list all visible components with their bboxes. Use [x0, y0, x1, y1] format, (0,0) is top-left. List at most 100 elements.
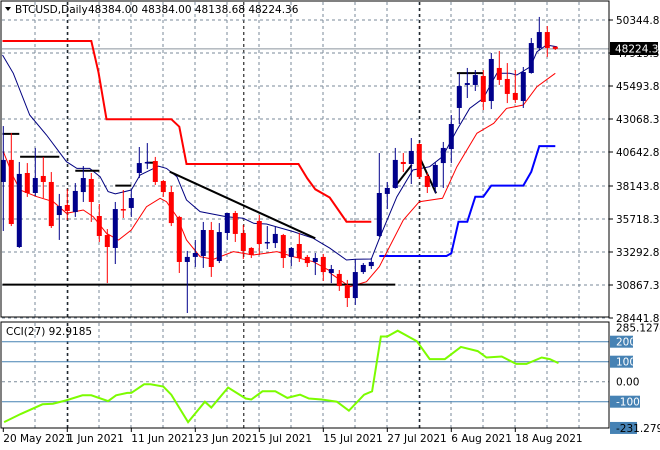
candle-body: [80, 178, 86, 193]
date-tick-label: 15 Jul 2021: [323, 433, 382, 445]
cci-label: CCI(27) 92.9185: [6, 326, 92, 338]
bearish-candle: [168, 186, 174, 227]
date-tick-label: 27 Jul 2021: [387, 433, 446, 445]
slow-moving-average-line: [2, 72, 556, 288]
cci-panel: 200 100 0.00 -100 -231.2793 285.1274: [2, 323, 660, 435]
bearish-candle: [176, 215, 182, 273]
bearish-candle: [552, 46, 558, 51]
cci-level-label: 0.00: [616, 377, 639, 389]
bullish-candle: [192, 239, 198, 268]
candle-body: [472, 75, 478, 85]
candle-body: [176, 216, 182, 262]
trading-chart[interactable]: 50344.8047919.3045493.8043068.3040642.80…: [0, 0, 660, 450]
date-tick-label: 1 Jun 2021: [67, 433, 123, 445]
candle-body: [152, 161, 158, 182]
candle-body: [168, 192, 174, 224]
date-tick-label: 5 Jul 2021: [259, 433, 312, 445]
bullish-candle: [352, 258, 358, 305]
candle-body: [32, 178, 38, 193]
cci-level-label: 100: [616, 357, 636, 369]
bullish-candle: [56, 193, 62, 240]
bearish-candle: [424, 172, 430, 193]
bearish-candle: [248, 247, 254, 259]
bearish-candle: [400, 152, 406, 173]
candle-body: [440, 147, 446, 164]
candle-body: [264, 241, 270, 244]
bearish-candle: [544, 26, 550, 57]
trendline: [169, 170, 316, 240]
candle-body: [96, 215, 102, 236]
bullish-candle: [264, 226, 270, 250]
date-tick-label: 6 Aug 2021: [451, 433, 512, 445]
bullish-candle: [368, 258, 374, 270]
bearish-candle: [496, 50, 502, 85]
candle-body: [336, 273, 342, 287]
candle-body: [424, 175, 430, 188]
bullish-candle: [528, 38, 534, 74]
bearish-candle: [40, 156, 46, 199]
candle-body: [392, 159, 398, 188]
candle-body: [448, 124, 454, 150]
candle-body: [400, 161, 406, 165]
price-tick-label: 43068.30: [616, 114, 660, 126]
candle-body: [112, 209, 118, 248]
candle-body: [360, 264, 366, 273]
candle-body: [40, 175, 46, 182]
candle-body: [352, 272, 358, 299]
candle-body: [232, 212, 238, 234]
bearish-candle: [104, 229, 110, 284]
bearish-candle: [8, 132, 14, 227]
candle-body: [256, 221, 262, 245]
bullish-candle: [272, 227, 278, 248]
bullish-candle: [408, 138, 414, 185]
candle-body: [512, 92, 518, 100]
candle-body: [384, 187, 390, 194]
candle-body: [120, 209, 126, 211]
candle-body: [192, 252, 198, 257]
candle-body: [136, 163, 142, 173]
bullish-candle: [16, 161, 22, 248]
candle-body: [528, 43, 534, 73]
upper-channel-line: [2, 40, 372, 223]
price-tick-label: 35718.30: [616, 214, 660, 226]
bearish-candle: [296, 232, 302, 262]
bullish-candle: [448, 115, 454, 164]
candle-body: [408, 150, 414, 165]
bullish-candle: [144, 143, 150, 170]
bearish-candle: [152, 156, 158, 185]
current-price-label: 48224.36: [615, 44, 660, 56]
chart-header: BTCUSD,Daily 48384.00 48384.00 48138.68 …: [5, 4, 299, 16]
candle-body: [208, 229, 214, 268]
price-axis: 50344.8047919.3045493.8043068.3040642.80…: [609, 15, 660, 325]
bullish-candle: [392, 147, 398, 189]
candle-body: [344, 284, 350, 299]
ohlc-values: 48384.00 48384.00 48138.68 48224.36: [88, 4, 299, 16]
bearish-candle: [232, 210, 238, 242]
bearish-candle: [120, 189, 126, 219]
date-tick-label: 23 Jun 2021: [195, 433, 258, 445]
candle-body: [104, 235, 110, 248]
candle-body: [304, 256, 310, 264]
candle-body: [240, 232, 246, 251]
bearish-candle: [24, 163, 30, 197]
candle-body: [72, 190, 78, 213]
candle-body: [504, 78, 510, 94]
bearish-candle: [160, 179, 166, 197]
bullish-candle: [72, 183, 78, 217]
candle-body: [376, 192, 382, 236]
candle-body: [432, 164, 438, 188]
cci-max-label: 285.1274: [616, 323, 660, 335]
candle-body: [288, 247, 294, 257]
symbol-timeframe: BTCUSD,Daily: [15, 4, 88, 16]
candle-body: [64, 204, 70, 211]
bullish-candle: [216, 223, 222, 264]
candle-body: [312, 258, 318, 262]
bullish-candle: [360, 263, 366, 274]
price-tick-label: 38143.80: [616, 181, 660, 193]
collapse-triangle-icon[interactable]: [5, 7, 11, 11]
candle-body: [16, 173, 22, 248]
candle-body: [464, 83, 470, 85]
bullish-candle: [456, 72, 462, 125]
candle-body: [200, 229, 206, 256]
candle-body: [320, 256, 326, 273]
